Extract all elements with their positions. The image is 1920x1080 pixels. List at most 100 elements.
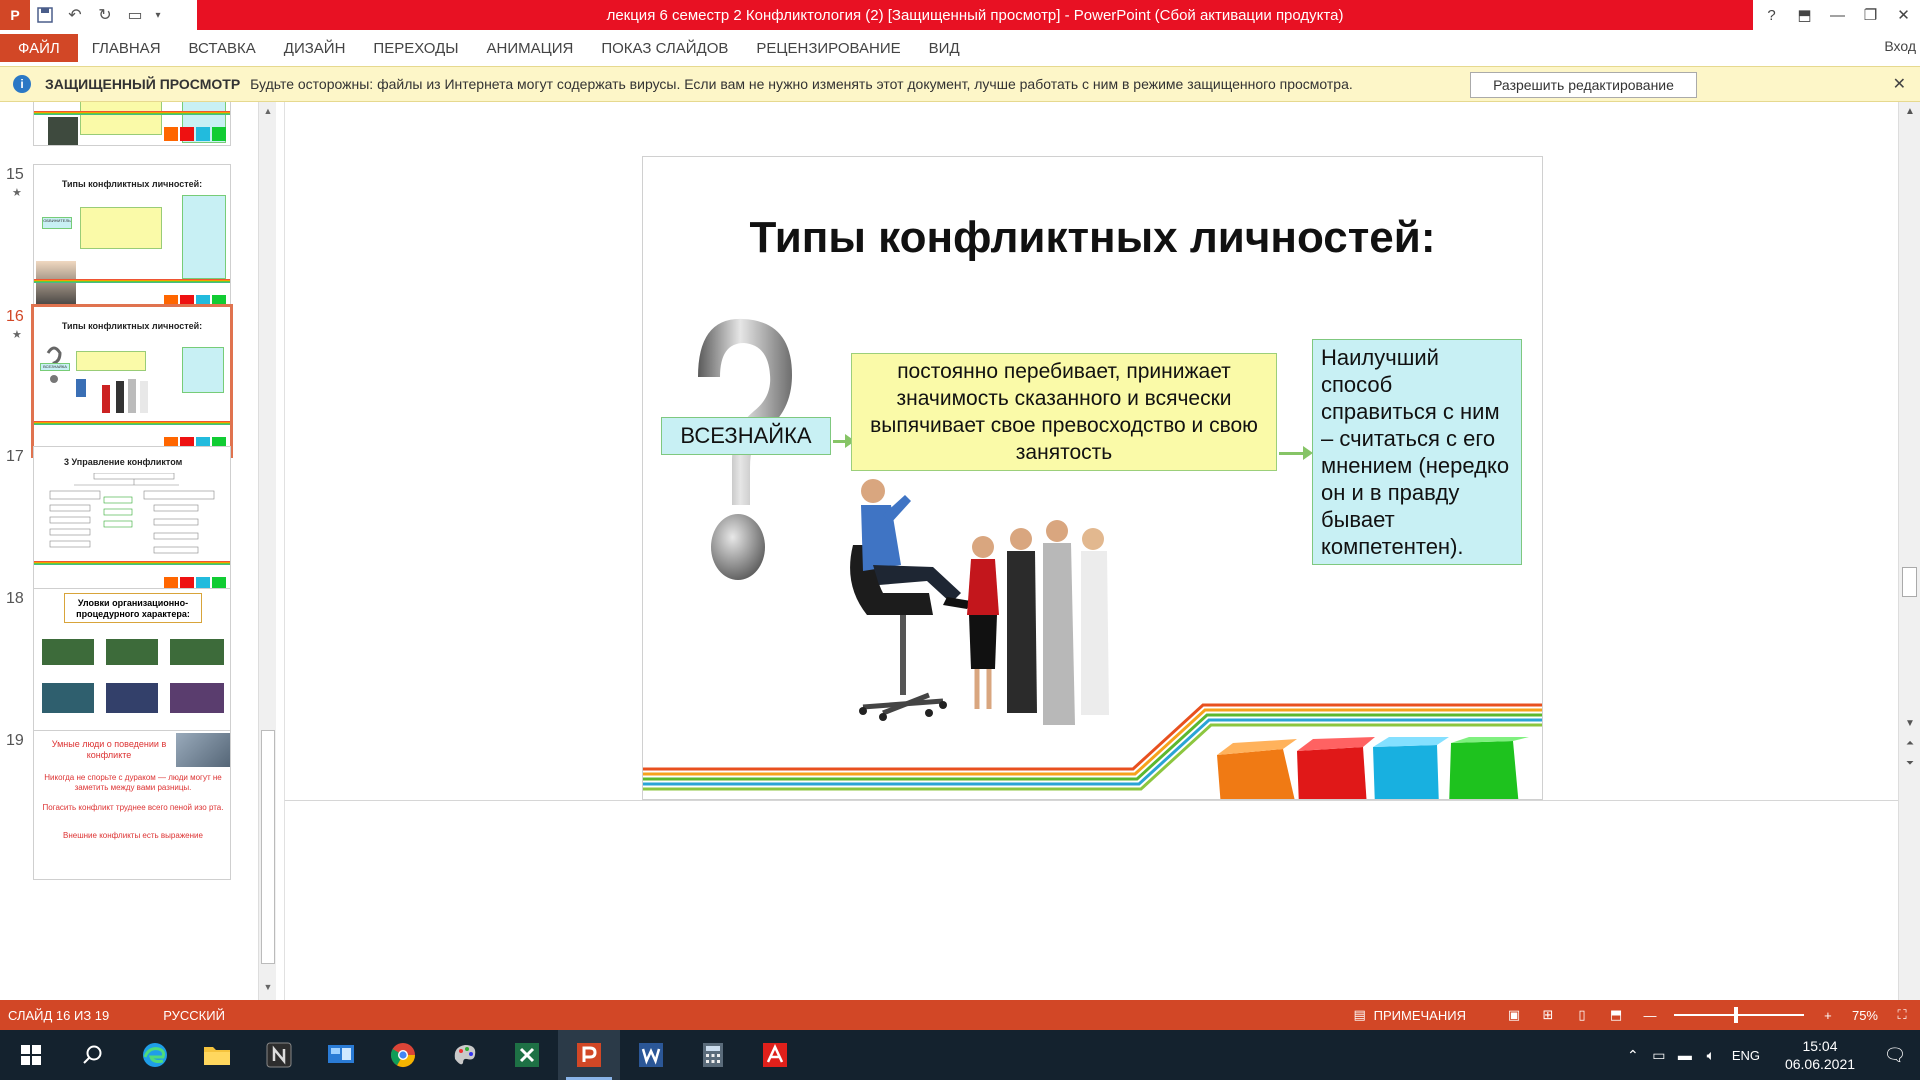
thumbnail-text: Внешние конфликты есть выражение (63, 831, 203, 840)
paint-app-icon[interactable] (434, 1030, 496, 1080)
customize-qat-icon[interactable]: ▾ (150, 0, 166, 30)
thumbnail-slide-17[interactable]: 17 3 Управление конфликтом (0, 446, 262, 596)
notes-button[interactable]: ▤ ПРИМЕЧАНИЯ (1350, 1007, 1465, 1023)
windows-start-icon[interactable] (0, 1030, 62, 1080)
taskbar: ⌃ ▭ ▬ 🔈︎ ENG 15:04 06.06.2021 🗨︎ (0, 1030, 1920, 1080)
thumbnail-slide-14[interactable] (0, 102, 262, 148)
slide-thumbnail-pane: 15 ★ Типы конфликтных личностей: ОБВИНИТ… (0, 102, 262, 1000)
thumbnail-title: Уловки организационно-процедурного харак… (64, 593, 202, 623)
ribbon-display-options-icon[interactable]: ⬒ (1788, 0, 1821, 30)
tab-animations[interactable]: АНИМАЦИЯ (473, 34, 588, 62)
file-explorer-icon[interactable] (186, 1030, 248, 1080)
thumbnail-label: ОБВИНИТЕЛЬ (42, 217, 72, 229)
thumbnail-box (106, 683, 158, 713)
notion-app-icon[interactable] (248, 1030, 310, 1080)
word-app-icon[interactable] (620, 1030, 682, 1080)
tab-home[interactable]: ГЛАВНАЯ (78, 34, 175, 62)
notes-area[interactable] (284, 800, 1898, 1000)
acrobat-reader-icon[interactable] (744, 1030, 806, 1080)
window-controls: ? ⬒ — ❐ ✕ (1755, 0, 1920, 30)
thumbnail-slide-15[interactable]: 15 ★ Типы конфликтных личностей: ОБВИНИТ… (0, 164, 262, 314)
normal-view-icon[interactable]: ▣ (1504, 1007, 1524, 1023)
slide-indicator[interactable]: СЛАЙД 16 ИЗ 19 (8, 1008, 109, 1023)
help-icon[interactable]: ? (1755, 0, 1788, 30)
title-bar: P ↶ ↻ ▭ ▾ лекция 6 семестр 2 Конфликтоло… (0, 0, 1920, 30)
previous-slide-icon[interactable]: ⏶ (1899, 738, 1920, 749)
powerpoint-app-icon[interactable]: P (0, 0, 30, 30)
zoom-in-icon[interactable]: + (1818, 1007, 1838, 1023)
restore-button[interactable]: ❐ (1854, 0, 1887, 30)
zoom-out-icon[interactable]: — (1640, 1007, 1660, 1023)
chrome-browser-icon[interactable] (372, 1030, 434, 1080)
tab-review[interactable]: РЕЦЕНЗИРОВАНИЕ (742, 34, 914, 62)
fit-slide-icon[interactable]: ⛶ (1892, 1007, 1912, 1023)
scroll-down-icon[interactable]: ▼ (261, 982, 275, 996)
thumbnail-slide-16[interactable]: 16 ★ Типы конфликтных личностей: ВСЕЗНАЙ… (0, 304, 262, 460)
slide-scrollbar[interactable]: ▲ ▼ ⏶ ⏷ (1898, 102, 1920, 1000)
next-slide-icon[interactable]: ⏷ (1899, 758, 1920, 769)
clock-time: 15:04 (1802, 1038, 1838, 1054)
minimize-button[interactable]: — (1821, 0, 1854, 30)
thumbnail-scrollbar[interactable]: ▲ ▼ (258, 102, 276, 1000)
tab-slideshow[interactable]: ПОКАЗ СЛАЙДОВ (587, 34, 742, 62)
scroll-down-icon[interactable]: ▼ (1899, 718, 1920, 729)
slide-sorter-icon[interactable]: ⊞ (1538, 1007, 1558, 1023)
signin-link[interactable]: Вход (1884, 38, 1916, 54)
close-button[interactable]: ✕ (1887, 0, 1920, 30)
thumbnail-frame: Типы конфликтных личностей: ВСЕЗНАЙКА (31, 304, 233, 458)
thumbnail-cubes (164, 127, 226, 141)
battery-icon[interactable]: ▬ (1672, 1047, 1698, 1063)
start-slideshow-icon[interactable]: ▭ (120, 0, 150, 30)
redo-icon[interactable]: ↻ (90, 0, 120, 30)
tab-file[interactable]: ФАЙЛ (0, 34, 78, 62)
clock[interactable]: 15:04 06.06.2021 (1770, 1037, 1870, 1073)
scrollbar-thumb[interactable] (1902, 567, 1917, 597)
thumbnail-slide-19[interactable]: 19 Умные люди о поведении в конфликте Ни… (0, 730, 262, 880)
zoom-slider[interactable] (1673, 1007, 1804, 1023)
scroll-up-icon[interactable]: ▲ (261, 106, 275, 120)
scrollbar-thumb[interactable] (261, 730, 275, 964)
protected-view-bar: i ЗАЩИЩЕННЫЙ ПРОСМОТР Будьте осторожны: … (0, 66, 1920, 102)
tab-view[interactable]: ВИД (915, 34, 974, 62)
scroll-up-icon[interactable]: ▲ (1899, 106, 1920, 117)
notes-icon: ▤ (1353, 1007, 1366, 1022)
thumbnail-slide-18[interactable]: 18 Уловки организационно-процедурного ха… (0, 588, 262, 738)
thumbnail-box (42, 639, 94, 665)
zoom-level[interactable]: 75% (1852, 1008, 1878, 1023)
calculator-app-icon[interactable] (682, 1030, 744, 1080)
close-icon[interactable]: ✕ (1893, 74, 1906, 94)
slideshow-view-icon[interactable]: ⬒ (1606, 1007, 1626, 1023)
notifications-icon[interactable]: 🗨︎ (1870, 1045, 1920, 1066)
thumbnail-box (42, 683, 94, 713)
undo-icon[interactable]: ↶ (60, 0, 90, 30)
ribbon-tabs: ФАЙЛ ГЛАВНАЯ ВСТАВКА ДИЗАЙН ПЕРЕХОДЫ АНИ… (0, 30, 1920, 66)
protected-view-title: ЗАЩИЩЕННЫЙ ПРОСМОТР (45, 76, 241, 92)
thumbnail-number: 15 (6, 166, 24, 183)
control-panel-icon[interactable] (310, 1030, 372, 1080)
network-icon[interactable]: ▭ (1646, 1047, 1672, 1064)
tab-insert[interactable]: ВСТАВКА (175, 34, 270, 62)
tab-transitions[interactable]: ПЕРЕХОДЫ (359, 34, 472, 62)
powerpoint-taskbar-icon[interactable] (558, 1030, 620, 1080)
thumbnail-title: Умные люди о поведении в конфликте (51, 739, 167, 760)
protected-view-message: Будьте осторожны: файлы из Интернета мог… (250, 76, 1353, 92)
current-slide[interactable]: Типы конфликтных личностей: ВСЕЗНАЙКА по… (642, 156, 1543, 800)
decorative-ribbon (643, 703, 1542, 791)
save-icon[interactable] (30, 0, 60, 30)
edge-browser-icon[interactable] (124, 1030, 186, 1080)
volume-icon[interactable]: 🔈︎ (1698, 1047, 1724, 1064)
thumbnail-title: Типы конфликтных личностей: (61, 321, 203, 331)
thumbnail-ribbon (34, 561, 230, 565)
language-indicator[interactable]: РУССКИЙ (163, 1008, 225, 1023)
thumbnail-text: Погасить конфликт труднее всего пеной из… (42, 803, 224, 812)
search-icon[interactable] (62, 1030, 124, 1080)
tab-design[interactable]: ДИЗАЙН (270, 34, 360, 62)
thumbnail-photo (48, 117, 78, 145)
excel-app-icon[interactable] (496, 1030, 558, 1080)
enable-editing-button[interactable]: Разрешить редактирование (1470, 72, 1697, 98)
reading-view-icon[interactable]: ▯ (1572, 1007, 1592, 1023)
thumbnail-text-box (182, 195, 226, 279)
thumbnail-ribbon (34, 279, 230, 283)
show-hidden-icons-icon[interactable]: ⌃ (1620, 1047, 1646, 1064)
input-language[interactable]: ENG (1732, 1048, 1760, 1063)
